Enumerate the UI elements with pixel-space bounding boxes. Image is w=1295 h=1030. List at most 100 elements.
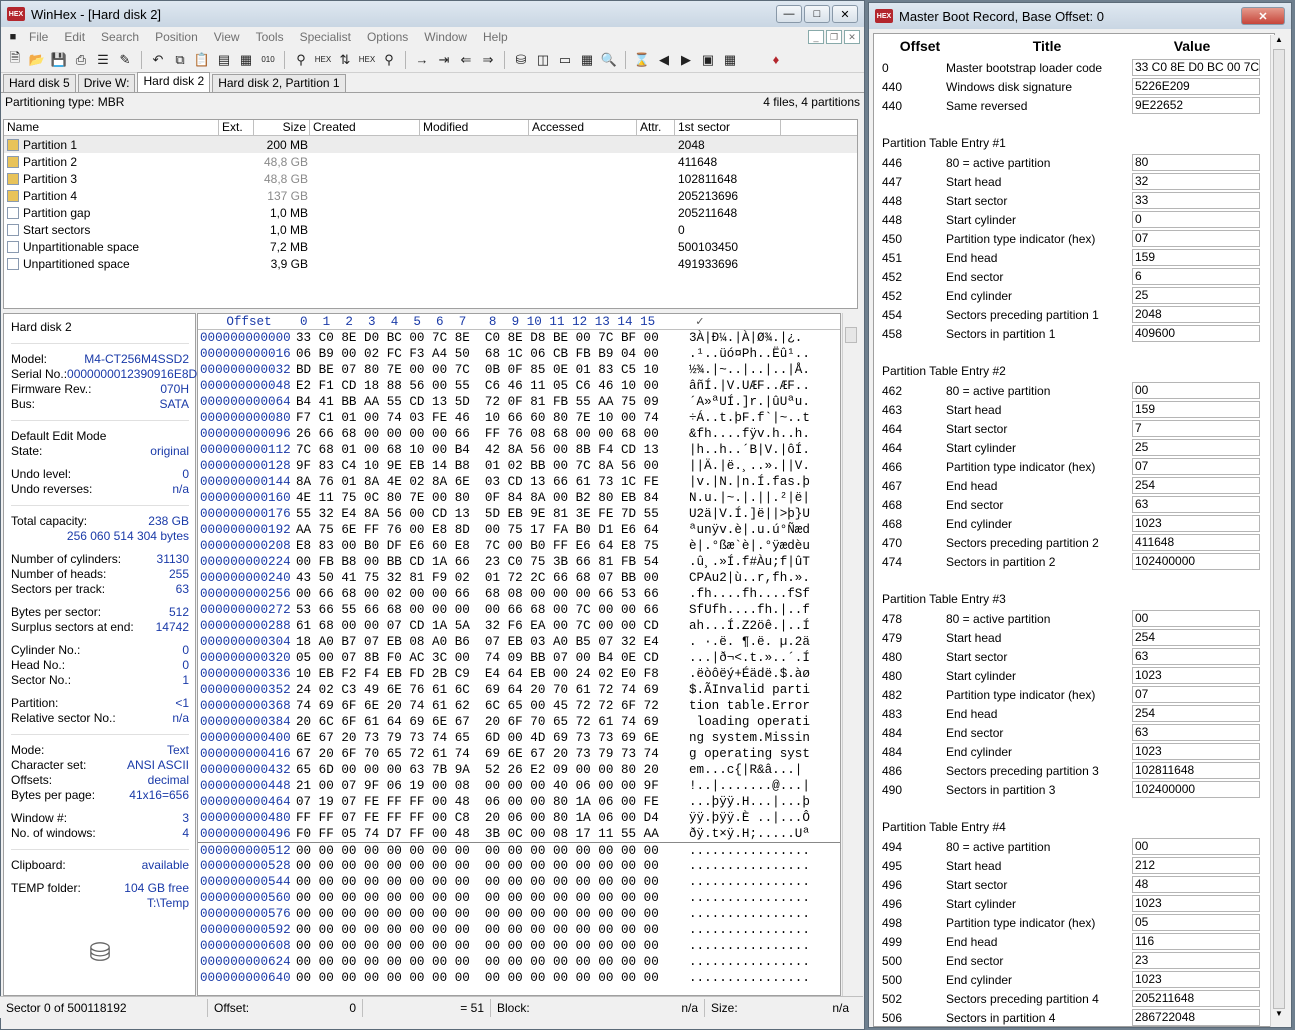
ascii-text[interactable]: ................ [682, 938, 832, 954]
mdi-minimize-button[interactable]: _ [808, 30, 824, 44]
scroll-down-icon[interactable]: ▼ [1271, 1009, 1287, 1023]
ascii-text[interactable]: |h..h..´B|V.|ôÍ. [682, 442, 832, 458]
mbr-value-field[interactable]: 00 [1132, 610, 1260, 627]
hex-bytes[interactable]: 00 FB B8 00 BB CD 1A 66 23 C0 75 3B 66 8… [290, 554, 682, 570]
mbr-value-field[interactable]: 00 [1132, 838, 1260, 855]
ascii-text[interactable]: ................ [682, 890, 832, 906]
hex-row[interactable]: 000000000384 20 6C 6F 61 64 69 6E 67 20 6… [198, 714, 840, 730]
hex-bytes[interactable]: 00 00 00 00 00 00 00 00 00 00 00 00 00 0… [290, 843, 682, 858]
mbr-value-field[interactable]: 9E22652 [1132, 97, 1260, 114]
ascii-text[interactable]: ðÿ.t×ÿ.H;.....Uª [682, 826, 832, 842]
ascii-text[interactable]: 3À|Ð¼.|À|Ø¾.|¿. [682, 330, 832, 346]
menu-file[interactable]: File [21, 30, 56, 44]
hex-row[interactable]: 000000000304 18 A0 B7 07 EB 08 A0 B6 07 E… [198, 634, 840, 650]
hex-bytes[interactable]: B4 41 BB AA 55 CD 13 5D 72 0F 81 FB 55 A… [290, 394, 682, 410]
save-icon[interactable]: 💾 [49, 50, 69, 70]
hex-bytes[interactable]: 20 6C 6F 61 64 69 6E 67 20 6F 70 65 72 6… [290, 714, 682, 730]
hex-bytes[interactable]: 24 02 C3 49 6E 76 61 6C 69 64 20 70 61 7… [290, 682, 682, 698]
file-row[interactable]: Start sectors 1,0 MB 0 [4, 221, 857, 238]
hex-row[interactable]: 000000000528 00 00 00 00 00 00 00 00 00 0… [198, 858, 840, 874]
column-header-0[interactable]: Name [4, 120, 219, 135]
mbr-value-field[interactable]: 25 [1132, 287, 1260, 304]
mbr-scrollbar[interactable]: ▲ ▼ [1270, 35, 1287, 1027]
hex-row[interactable]: 000000000224 00 FB B8 00 BB CD 1A 66 23 C… [198, 554, 840, 570]
ascii-text[interactable]: ÷Á..t.þF.f`|~..t [682, 410, 832, 426]
column-header-7[interactable]: 1st sector [675, 120, 781, 135]
hex-bytes[interactable]: 00 00 00 00 00 00 00 00 00 00 00 00 00 0… [290, 858, 682, 874]
ascii-text[interactable]: ................ [682, 970, 832, 986]
find-again-icon[interactable]: ⚲ [379, 50, 399, 70]
disk-copy-icon[interactable]: ◫ [533, 50, 553, 70]
mbr-value-field[interactable]: 63 [1132, 648, 1260, 665]
edit-icon[interactable]: ✎ [115, 50, 135, 70]
open-folder-icon[interactable]: 📂 [27, 50, 47, 70]
hex-row[interactable]: 000000000000 33 C0 8E D0 BC 00 7C 8E C0 8… [198, 330, 840, 346]
copy-block-icon[interactable]: ▤ [214, 50, 234, 70]
ascii-text[interactable]: |v.|N.|n.Í.fas.þ [682, 474, 832, 490]
search-icon[interactable]: 🔍 [599, 50, 619, 70]
ascii-text[interactable]: .ëòôëý+Éädë.$.àø [682, 666, 832, 682]
mbr-value-field[interactable]: 102400000 [1132, 781, 1260, 798]
back-icon[interactable]: ⇐ [456, 50, 476, 70]
hex-bytes[interactable]: 10 EB F2 F4 EB FD 2B C9 E4 64 EB 00 24 0… [290, 666, 682, 682]
ascii-text[interactable]: N.u.|~.|.||.²|ë| [682, 490, 832, 506]
hex-bytes[interactable]: F7 C1 01 00 74 03 FE 46 10 66 60 80 7E 1… [290, 410, 682, 426]
ascii-text[interactable]: U2ä|V.Í.]ë||>þ}U [682, 506, 832, 522]
column-header-2[interactable]: Size [254, 120, 310, 135]
hex-row[interactable]: 000000000560 00 00 00 00 00 00 00 00 00 0… [198, 890, 840, 906]
hex-bytes[interactable]: 00 00 00 00 00 00 00 00 00 00 00 00 00 0… [290, 922, 682, 938]
previous-icon[interactable]: ◀ [654, 50, 674, 70]
disk-menu-icon[interactable]: ■ [5, 27, 21, 47]
hex-bytes[interactable]: 8A 76 01 8A 4E 02 8A 6E 03 CD 13 66 61 7… [290, 474, 682, 490]
hex-row[interactable]: 000000000400 6E 67 20 73 79 73 74 65 6D 0… [198, 730, 840, 746]
hex-row[interactable]: 000000000256 00 66 68 00 02 00 00 66 68 0… [198, 586, 840, 602]
file-row[interactable]: Partition gap 1,0 MB 205211648 [4, 204, 857, 221]
mbr-value-field[interactable]: 6 [1132, 268, 1260, 285]
menu-position[interactable]: Position [147, 30, 206, 44]
mbr-value-field[interactable]: 80 [1132, 154, 1260, 171]
menu-edit[interactable]: Edit [56, 30, 93, 44]
ascii-text[interactable]: tion table.Error [682, 698, 832, 714]
file-row[interactable]: Partition 4 137 GB 205213696 [4, 187, 857, 204]
ascii-text[interactable]: . ·.ë. ¶.ë. µ.2ä [682, 634, 832, 650]
mbr-value-field[interactable]: 25 [1132, 439, 1260, 456]
hex-bytes[interactable]: 55 32 E4 8A 56 00 CD 13 5D EB 9E 81 3E F… [290, 506, 682, 522]
ascii-text[interactable]: ng system.Missin [682, 730, 832, 746]
hex-scrollbar[interactable] [842, 313, 859, 996]
mbr-value-field[interactable]: 7 [1132, 420, 1260, 437]
ascii-text[interactable]: ||Ä.|ë.¸..».||V. [682, 458, 832, 474]
hex-bytes[interactable]: E2 F1 CD 18 88 56 00 55 C6 46 11 05 C6 4… [290, 378, 682, 394]
file-row[interactable]: Unpartitioned space 3,9 GB 491933696 [4, 255, 857, 272]
mbr-value-field[interactable]: 102400000 [1132, 553, 1260, 570]
hex-row[interactable]: 000000000176 55 32 E4 8A 56 00 CD 13 5D E… [198, 506, 840, 522]
hex-bytes[interactable]: 00 00 00 00 00 00 00 00 00 00 00 00 00 0… [290, 890, 682, 906]
ascii-text[interactable]: ...|ð¬<.t.»..´.Í [682, 650, 832, 666]
mbr-value-field[interactable]: 102811648 [1132, 762, 1260, 779]
column-header-3[interactable]: Created [310, 120, 420, 135]
hex-row[interactable]: 000000000496 F0 FF 05 74 D7 FF 00 48 3B 0… [198, 826, 840, 842]
hex-bytes[interactable]: 61 68 00 00 07 CD 1A 5A 32 F6 EA 00 7C 0… [290, 618, 682, 634]
mbr-value-field[interactable]: 254 [1132, 477, 1260, 494]
menu-specialist[interactable]: Specialist [292, 30, 359, 44]
ascii-text[interactable]: g operating syst [682, 746, 832, 762]
hex-row[interactable]: 000000000112 7C 68 01 00 68 10 00 B4 42 8… [198, 442, 840, 458]
minimize-button[interactable]: — [776, 5, 802, 23]
ascii-text[interactable]: &fh....fÿv.h..h. [682, 426, 832, 442]
mbr-value-field[interactable]: 63 [1132, 496, 1260, 513]
column-header-5[interactable]: Accessed [529, 120, 637, 135]
mbr-close-button[interactable]: ✕ [1241, 7, 1285, 25]
undo-icon[interactable]: ↶ [148, 50, 168, 70]
ascii-text[interactable]: ...þÿÿ.H...|...þ [682, 794, 832, 810]
ram-icon[interactable]: ▭ [555, 50, 575, 70]
mbr-value-field[interactable]: 411648 [1132, 534, 1260, 551]
file-row[interactable]: Partition 1 200 MB 2048 [4, 136, 857, 153]
tab-3[interactable]: Hard disk 2, Partition 1 [212, 74, 346, 92]
mbr-value-field[interactable]: 1023 [1132, 895, 1260, 912]
hex-row[interactable]: 000000000336 10 EB F2 F4 EB FD 2B C9 E4 6… [198, 666, 840, 682]
mbr-value-field[interactable]: 33 [1132, 192, 1260, 209]
hex-row[interactable]: 000000000352 24 02 C3 49 6E 76 61 6C 69 6… [198, 682, 840, 698]
hex-row[interactable]: 000000000464 07 19 07 FE FF FF 00 48 06 0… [198, 794, 840, 810]
menu-options[interactable]: Options [359, 30, 416, 44]
mbr-value-field[interactable]: 286722048 [1132, 1009, 1260, 1026]
hourglass-icon[interactable]: ⌛ [632, 50, 652, 70]
